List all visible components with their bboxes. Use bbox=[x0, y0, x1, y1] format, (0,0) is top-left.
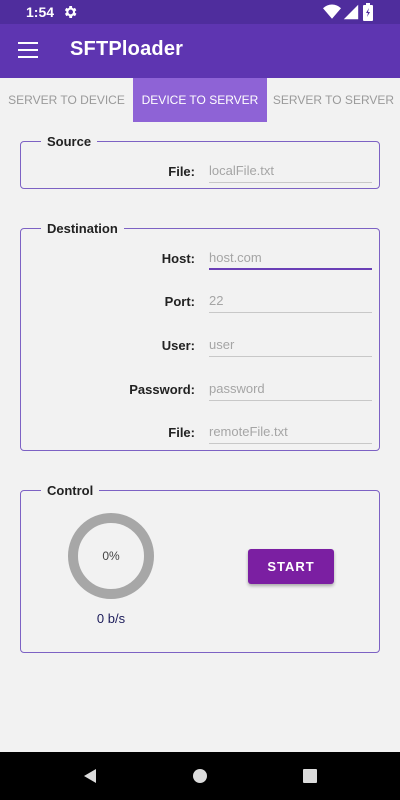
start-button[interactable]: START bbox=[248, 549, 334, 584]
signal-icon bbox=[343, 4, 359, 20]
host-input[interactable] bbox=[209, 246, 372, 270]
user-input[interactable] bbox=[209, 333, 372, 357]
tab-server-to-server[interactable]: SERVER TO SERVER bbox=[267, 78, 400, 122]
source-legend: Source bbox=[47, 134, 92, 149]
source-file-label: File: bbox=[168, 164, 195, 179]
transfer-speed: 0 b/s bbox=[96, 611, 126, 626]
tab-bar: SERVER TO DEVICE DEVICE TO SERVER SERVER… bbox=[0, 78, 400, 122]
port-label: Port: bbox=[164, 294, 195, 309]
destination-legend: Destination bbox=[47, 221, 118, 236]
system-nav-bar bbox=[0, 752, 400, 800]
port-input[interactable] bbox=[209, 289, 372, 313]
password-label: Password: bbox=[129, 382, 195, 397]
gear-icon bbox=[64, 6, 77, 18]
host-label: Host: bbox=[161, 251, 195, 266]
destination-group: Destination Host: Port: User: Password: … bbox=[20, 221, 380, 451]
status-time: 1:54 bbox=[26, 4, 55, 20]
control-legend: Control bbox=[47, 483, 94, 498]
recents-icon[interactable] bbox=[303, 769, 317, 783]
source-group: Source File: bbox=[20, 134, 380, 189]
remote-file-input[interactable] bbox=[209, 420, 372, 444]
battery-icon bbox=[363, 3, 373, 21]
app-bar: SFTPloader bbox=[0, 24, 400, 78]
user-label: User: bbox=[161, 338, 195, 353]
tab-server-to-device[interactable]: SERVER TO DEVICE bbox=[0, 78, 133, 122]
source-file-input[interactable] bbox=[209, 159, 372, 183]
home-icon[interactable] bbox=[193, 769, 207, 783]
status-bar: 1:54 bbox=[0, 0, 400, 24]
remote-file-label: File: bbox=[168, 425, 195, 440]
tab-device-to-server[interactable]: DEVICE TO SERVER bbox=[133, 78, 267, 122]
app-title: SFTPloader bbox=[70, 38, 184, 60]
progress-percent: 0% bbox=[102, 549, 120, 563]
back-icon[interactable] bbox=[82, 768, 98, 784]
control-group: Control 0% 0 b/s START bbox=[20, 483, 380, 653]
wifi-icon bbox=[323, 4, 341, 19]
password-input[interactable] bbox=[209, 377, 372, 401]
hamburger-menu-icon[interactable] bbox=[18, 42, 38, 58]
